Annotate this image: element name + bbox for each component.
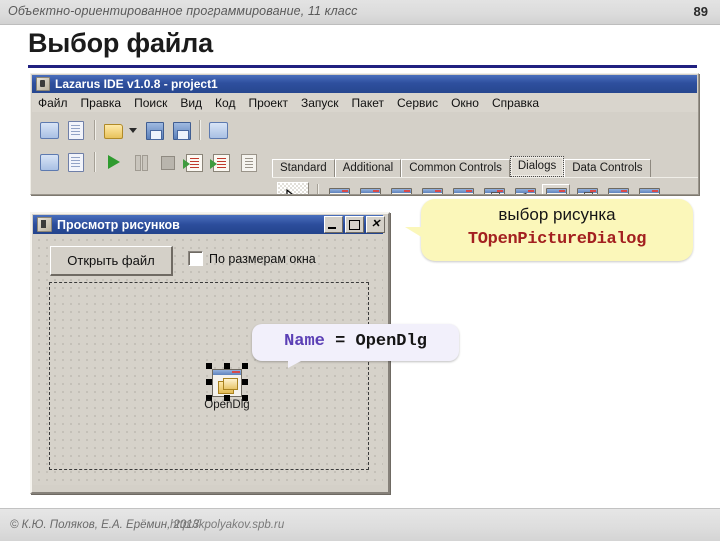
slide-header-bar: Объектно-ориентированное программировани… [0, 0, 720, 25]
tab-additional[interactable]: Additional [334, 159, 402, 177]
menu-item-tools[interactable]: Сервис [397, 96, 438, 110]
run-icon[interactable] [101, 150, 125, 174]
open-dropdown-caret-icon[interactable] [129, 127, 137, 133]
printer-setup-dialog-icon[interactable] [511, 184, 539, 194]
font-dialog-icon[interactable]: FF [449, 184, 477, 194]
palette-item-strip: FF [272, 177, 698, 194]
tab-standard[interactable]: Standard [272, 159, 335, 177]
fit-to-window-label: По размерам окна [209, 251, 316, 266]
toolbar-separator [94, 152, 96, 172]
toggle-form-unit-icon[interactable] [206, 118, 230, 142]
open-picture-dialog-icon[interactable] [542, 184, 570, 194]
page-number: 89 [693, 4, 708, 19]
window-controls: ✕ [324, 216, 385, 233]
ide-menu-bar: Файл Правка Поиск Вид Код Проект Запуск … [32, 93, 698, 112]
open-picture-dialog-component-icon[interactable] [212, 369, 242, 397]
menu-item-edit[interactable]: Правка [81, 96, 122, 110]
page-setup-dialog-icon[interactable] [635, 184, 663, 194]
palette-separator [317, 184, 319, 194]
menu-item-run[interactable]: Запуск [301, 96, 339, 110]
save-dialog-icon[interactable] [356, 184, 384, 194]
dialog-callout-line1: выбор рисунка [498, 205, 616, 224]
page-title: Выбор файла [28, 28, 213, 58]
name-property-callout-text: Name = OpenDlg [252, 332, 459, 351]
save-all-icon[interactable] [169, 118, 193, 142]
menu-item-help[interactable]: Справка [492, 96, 539, 110]
selection-handle[interactable] [242, 363, 248, 369]
menu-item-window[interactable]: Окно [451, 96, 479, 110]
open-file-button[interactable]: Открыть файл [50, 246, 173, 276]
ide-toolbar-row-2 [37, 150, 263, 174]
title-divider [28, 65, 697, 68]
name-property-key: Name [284, 332, 325, 351]
new-form-icon[interactable] [64, 118, 88, 142]
lazarus-logo-icon [36, 77, 50, 91]
name-property-value: = OpenDlg [335, 332, 427, 351]
ide-title-bar[interactable]: Lazarus IDE v1.0.8 - project1 [32, 75, 697, 93]
opendlg-component[interactable]: OpenDlg [196, 363, 258, 417]
open-dialog-icon[interactable] [325, 184, 353, 194]
selection-handle[interactable] [242, 379, 248, 385]
new-unit-icon[interactable] [37, 118, 61, 142]
selection-handle[interactable] [206, 363, 212, 369]
fit-to-window-checkbox-row[interactable]: По размерам окна [188, 251, 316, 266]
step-into-icon[interactable] [182, 150, 206, 174]
header-subject-text: Объектно-ориентированное программировани… [8, 4, 358, 18]
ide-toolbar-row-1 [37, 118, 233, 142]
maximize-icon[interactable] [345, 216, 364, 233]
menu-item-source[interactable]: Код [215, 96, 235, 110]
minimize-icon[interactable] [324, 216, 343, 233]
select-directory-dialog-icon[interactable] [387, 184, 415, 194]
stop-icon[interactable] [155, 150, 179, 174]
menu-item-file[interactable]: Файл [38, 96, 68, 110]
toolbar-separator [199, 120, 201, 140]
callout-tail [288, 354, 314, 368]
tab-dialogs[interactable]: Dialogs [509, 156, 565, 177]
save-icon[interactable] [142, 118, 166, 142]
step-out-icon[interactable] [236, 150, 260, 174]
menu-item-search[interactable]: Поиск [134, 96, 167, 110]
tab-data-controls[interactable]: Data Controls [564, 159, 651, 177]
form-title-text: Просмотр рисунков [57, 217, 180, 232]
calendar-dialog-icon[interactable] [604, 184, 632, 194]
arrow-pointer-icon[interactable] [277, 182, 309, 194]
print-dialog-icon[interactable] [480, 184, 508, 194]
menu-item-view[interactable]: Вид [180, 96, 202, 110]
dialog-callout: выбор рисунка TOpenPictureDialog [405, 199, 693, 261]
ide-toolbar-area: Standard Additional Common Controls Dial… [32, 112, 698, 194]
opendlg-component-label: OpenDlg [204, 399, 250, 411]
selection-handle[interactable] [206, 379, 212, 385]
ide-title-text: Lazarus IDE v1.0.8 - project1 [55, 77, 218, 91]
save-picture-dialog-icon[interactable] [573, 184, 601, 194]
lazarus-ide-window: Lazarus IDE v1.0.8 - project1 Файл Правк… [30, 73, 699, 195]
tab-common-controls[interactable]: Common Controls [401, 159, 510, 177]
color-dialog-icon[interactable] [418, 184, 446, 194]
name-property-callout: Name = OpenDlg [252, 324, 459, 368]
close-icon[interactable]: ✕ [366, 216, 385, 233]
footer-url[interactable]: http://kpolyakov.spb.ru [170, 519, 284, 531]
new-form-alt-icon[interactable] [64, 150, 88, 174]
open-file-icon[interactable] [101, 118, 125, 142]
toolbar-separator [94, 120, 96, 140]
dialog-callout-line2: TOpenPictureDialog [467, 230, 647, 249]
component-palette: Standard Additional Common Controls Dial… [272, 152, 698, 194]
palette-tab-strip: Standard Additional Common Controls Dial… [272, 156, 651, 177]
lazarus-logo-icon [37, 217, 52, 232]
new-unit-alt-icon[interactable] [37, 150, 61, 174]
fit-to-window-checkbox[interactable] [188, 251, 203, 266]
step-over-icon[interactable] [209, 150, 233, 174]
menu-item-project[interactable]: Проект [248, 96, 288, 110]
menu-item-package[interactable]: Пакет [352, 96, 384, 110]
pause-icon[interactable] [128, 150, 152, 174]
selection-handle[interactable] [224, 363, 230, 369]
